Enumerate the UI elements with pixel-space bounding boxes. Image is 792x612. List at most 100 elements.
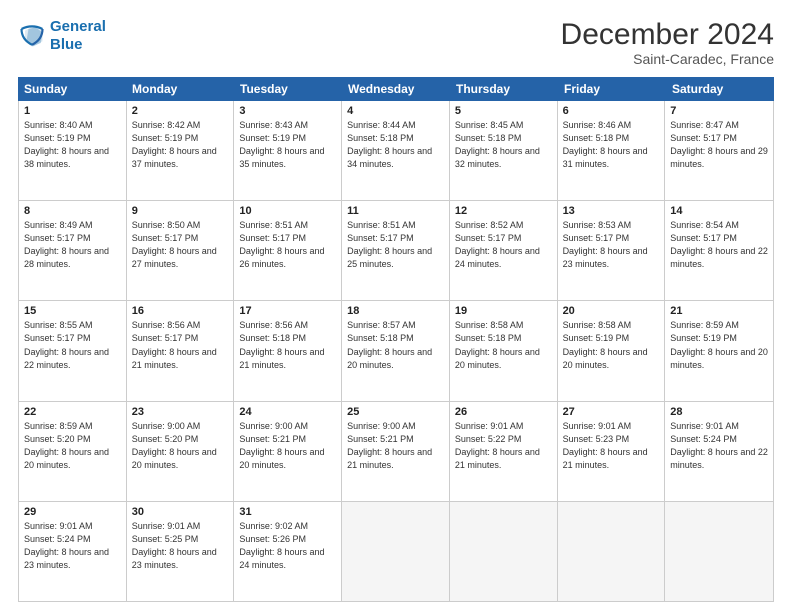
sunset-text: Sunset: 5:21 PM bbox=[347, 433, 444, 446]
sunset-text: Sunset: 5:18 PM bbox=[563, 132, 660, 145]
logo: General Blue bbox=[18, 18, 106, 54]
sunset-text: Sunset: 5:17 PM bbox=[24, 332, 121, 345]
calendar-cell-23: 23Sunrise: 9:00 AMSunset: 5:20 PMDayligh… bbox=[127, 402, 235, 501]
sunrise-text: Sunrise: 8:52 AM bbox=[455, 219, 552, 232]
daylight-text: Daylight: 8 hours and 20 minutes. bbox=[24, 446, 121, 472]
day-number: 13 bbox=[563, 205, 660, 217]
sunset-text: Sunset: 5:18 PM bbox=[239, 332, 336, 345]
sunrise-text: Sunrise: 8:58 AM bbox=[563, 319, 660, 332]
main-title: December 2024 bbox=[561, 18, 774, 51]
sunrise-text: Sunrise: 9:01 AM bbox=[670, 420, 768, 433]
day-number: 21 bbox=[670, 305, 768, 317]
calendar-cell-7: 7Sunrise: 8:47 AMSunset: 5:17 PMDaylight… bbox=[665, 101, 773, 200]
sunrise-text: Sunrise: 8:49 AM bbox=[24, 219, 121, 232]
calendar-cell-18: 18Sunrise: 8:57 AMSunset: 5:18 PMDayligh… bbox=[342, 301, 450, 400]
calendar-cell-2: 2Sunrise: 8:42 AMSunset: 5:19 PMDaylight… bbox=[127, 101, 235, 200]
sunset-text: Sunset: 5:17 PM bbox=[670, 132, 768, 145]
sunrise-text: Sunrise: 9:00 AM bbox=[132, 420, 229, 433]
sunrise-text: Sunrise: 8:44 AM bbox=[347, 119, 444, 132]
daylight-text: Daylight: 8 hours and 22 minutes. bbox=[670, 446, 768, 472]
subtitle: Saint-Caradec, France bbox=[561, 51, 774, 67]
day-number: 3 bbox=[239, 105, 336, 117]
sunset-text: Sunset: 5:26 PM bbox=[239, 533, 336, 546]
day-number: 20 bbox=[563, 305, 660, 317]
calendar-cell-30: 30Sunrise: 9:01 AMSunset: 5:25 PMDayligh… bbox=[127, 502, 235, 601]
sunset-text: Sunset: 5:17 PM bbox=[455, 232, 552, 245]
calendar-cell-21: 21Sunrise: 8:59 AMSunset: 5:19 PMDayligh… bbox=[665, 301, 773, 400]
sunset-text: Sunset: 5:18 PM bbox=[455, 332, 552, 345]
sunrise-text: Sunrise: 8:53 AM bbox=[563, 219, 660, 232]
daylight-text: Daylight: 8 hours and 23 minutes. bbox=[132, 546, 229, 572]
calendar-cell-12: 12Sunrise: 8:52 AMSunset: 5:17 PMDayligh… bbox=[450, 201, 558, 300]
daylight-text: Daylight: 8 hours and 21 minutes. bbox=[132, 346, 229, 372]
daylight-text: Daylight: 8 hours and 37 minutes. bbox=[132, 145, 229, 171]
calendar-cell-4: 4Sunrise: 8:44 AMSunset: 5:18 PMDaylight… bbox=[342, 101, 450, 200]
calendar-cell-9: 9Sunrise: 8:50 AMSunset: 5:17 PMDaylight… bbox=[127, 201, 235, 300]
day-number: 16 bbox=[132, 305, 229, 317]
calendar-cell-16: 16 Sunrise: 8:56 AMSunset: 5:17 PMDayligh… bbox=[127, 301, 235, 400]
calendar-cell-6: 6Sunrise: 8:46 AMSunset: 5:18 PMDaylight… bbox=[558, 101, 666, 200]
sunrise-text: Sunrise: 8:57 AM bbox=[347, 319, 444, 332]
daylight-text: Daylight: 8 hours and 25 minutes. bbox=[347, 245, 444, 271]
page: General Blue December 2024 Saint-Caradec… bbox=[0, 0, 792, 612]
sunrise-text: Sunrise: 8:51 AM bbox=[347, 219, 444, 232]
sunrise-text: Sunrise: 9:00 AM bbox=[239, 420, 336, 433]
sunrise-text: Sunrise: 8:58 AM bbox=[455, 319, 552, 332]
calendar-cell-14: 14Sunrise: 8:54 AMSunset: 5:17 PMDayligh… bbox=[665, 201, 773, 300]
day-number: 17 bbox=[239, 305, 336, 317]
calendar-row-4: 22Sunrise: 8:59 AMSunset: 5:20 PMDayligh… bbox=[19, 402, 773, 502]
day-header-monday: Monday bbox=[126, 77, 234, 101]
sunrise-text: Sunrise: 9:01 AM bbox=[24, 520, 121, 533]
sunrise-text: Sunrise: 8:47 AM bbox=[670, 119, 768, 132]
sunrise-text: Sunrise: 8:40 AM bbox=[24, 119, 121, 132]
sunset-text: Sunset: 5:17 PM bbox=[132, 332, 229, 345]
day-number: 18 bbox=[347, 305, 444, 317]
calendar-cell-29: 29Sunrise: 9:01 AMSunset: 5:24 PMDayligh… bbox=[19, 502, 127, 601]
sunrise-text: Sunrise: 8:59 AM bbox=[24, 420, 121, 433]
day-number: 5 bbox=[455, 105, 552, 117]
calendar-row-3: 15Sunrise: 8:55 AMSunset: 5:17 PMDayligh… bbox=[19, 301, 773, 401]
day-number: 29 bbox=[24, 506, 121, 518]
day-header-thursday: Thursday bbox=[450, 77, 558, 101]
daylight-text: Daylight: 8 hours and 28 minutes. bbox=[24, 245, 121, 271]
calendar-cell-10: 10Sunrise: 8:51 AMSunset: 5:17 PMDayligh… bbox=[234, 201, 342, 300]
sunset-text: Sunset: 5:20 PM bbox=[24, 433, 121, 446]
calendar-cell-3: 3Sunrise: 8:43 AMSunset: 5:19 PMDaylight… bbox=[234, 101, 342, 200]
sunrise-text: Sunrise: 8:55 AM bbox=[24, 319, 121, 332]
sunrise-text: Sunrise: 8:45 AM bbox=[455, 119, 552, 132]
day-number: 31 bbox=[239, 506, 336, 518]
calendar-cell-27: 27Sunrise: 9:01 AMSunset: 5:23 PMDayligh… bbox=[558, 402, 666, 501]
daylight-text: Daylight: 8 hours and 35 minutes. bbox=[239, 145, 336, 171]
daylight-text: Daylight: 8 hours and 20 minutes. bbox=[455, 346, 552, 372]
logo-text: General Blue bbox=[50, 18, 106, 54]
calendar-row-1: 1Sunrise: 8:40 AMSunset: 5:19 PMDaylight… bbox=[19, 101, 773, 201]
day-header-sunday: Sunday bbox=[18, 77, 126, 101]
daylight-text: Daylight: 8 hours and 34 minutes. bbox=[347, 145, 444, 171]
day-number: 10 bbox=[239, 205, 336, 217]
daylight-text: Daylight: 8 hours and 21 minutes. bbox=[347, 446, 444, 472]
sunrise-text: Sunrise: 9:01 AM bbox=[563, 420, 660, 433]
day-number: 24 bbox=[239, 406, 336, 418]
title-block: December 2024 Saint-Caradec, France bbox=[561, 18, 774, 67]
sunset-text: Sunset: 5:19 PM bbox=[24, 132, 121, 145]
sunset-text: Sunset: 5:20 PM bbox=[132, 433, 229, 446]
daylight-text: Daylight: 8 hours and 23 minutes. bbox=[563, 245, 660, 271]
day-number: 9 bbox=[132, 205, 229, 217]
calendar-cell-24: 24Sunrise: 9:00 AMSunset: 5:21 PMDayligh… bbox=[234, 402, 342, 501]
sunset-text: Sunset: 5:21 PM bbox=[239, 433, 336, 446]
sunset-text: Sunset: 5:17 PM bbox=[347, 232, 444, 245]
sunset-text: Sunset: 5:19 PM bbox=[132, 132, 229, 145]
sunrise-text: Sunrise: 8:56 AM bbox=[132, 319, 229, 332]
calendar-cell-11: 11Sunrise: 8:51 AMSunset: 5:17 PMDayligh… bbox=[342, 201, 450, 300]
sunset-text: Sunset: 5:18 PM bbox=[347, 332, 444, 345]
calendar-cell-26: 26Sunrise: 9:01 AMSunset: 5:22 PMDayligh… bbox=[450, 402, 558, 501]
daylight-text: Daylight: 8 hours and 20 minutes. bbox=[563, 346, 660, 372]
sunset-text: Sunset: 5:17 PM bbox=[132, 232, 229, 245]
sunrise-text: Sunrise: 9:01 AM bbox=[132, 520, 229, 533]
calendar-cell-8: 8Sunrise: 8:49 AMSunset: 5:17 PMDaylight… bbox=[19, 201, 127, 300]
logo-icon bbox=[18, 22, 46, 50]
day-number: 26 bbox=[455, 406, 552, 418]
day-number: 1 bbox=[24, 105, 121, 117]
sunset-text: Sunset: 5:19 PM bbox=[239, 132, 336, 145]
day-number: 6 bbox=[563, 105, 660, 117]
